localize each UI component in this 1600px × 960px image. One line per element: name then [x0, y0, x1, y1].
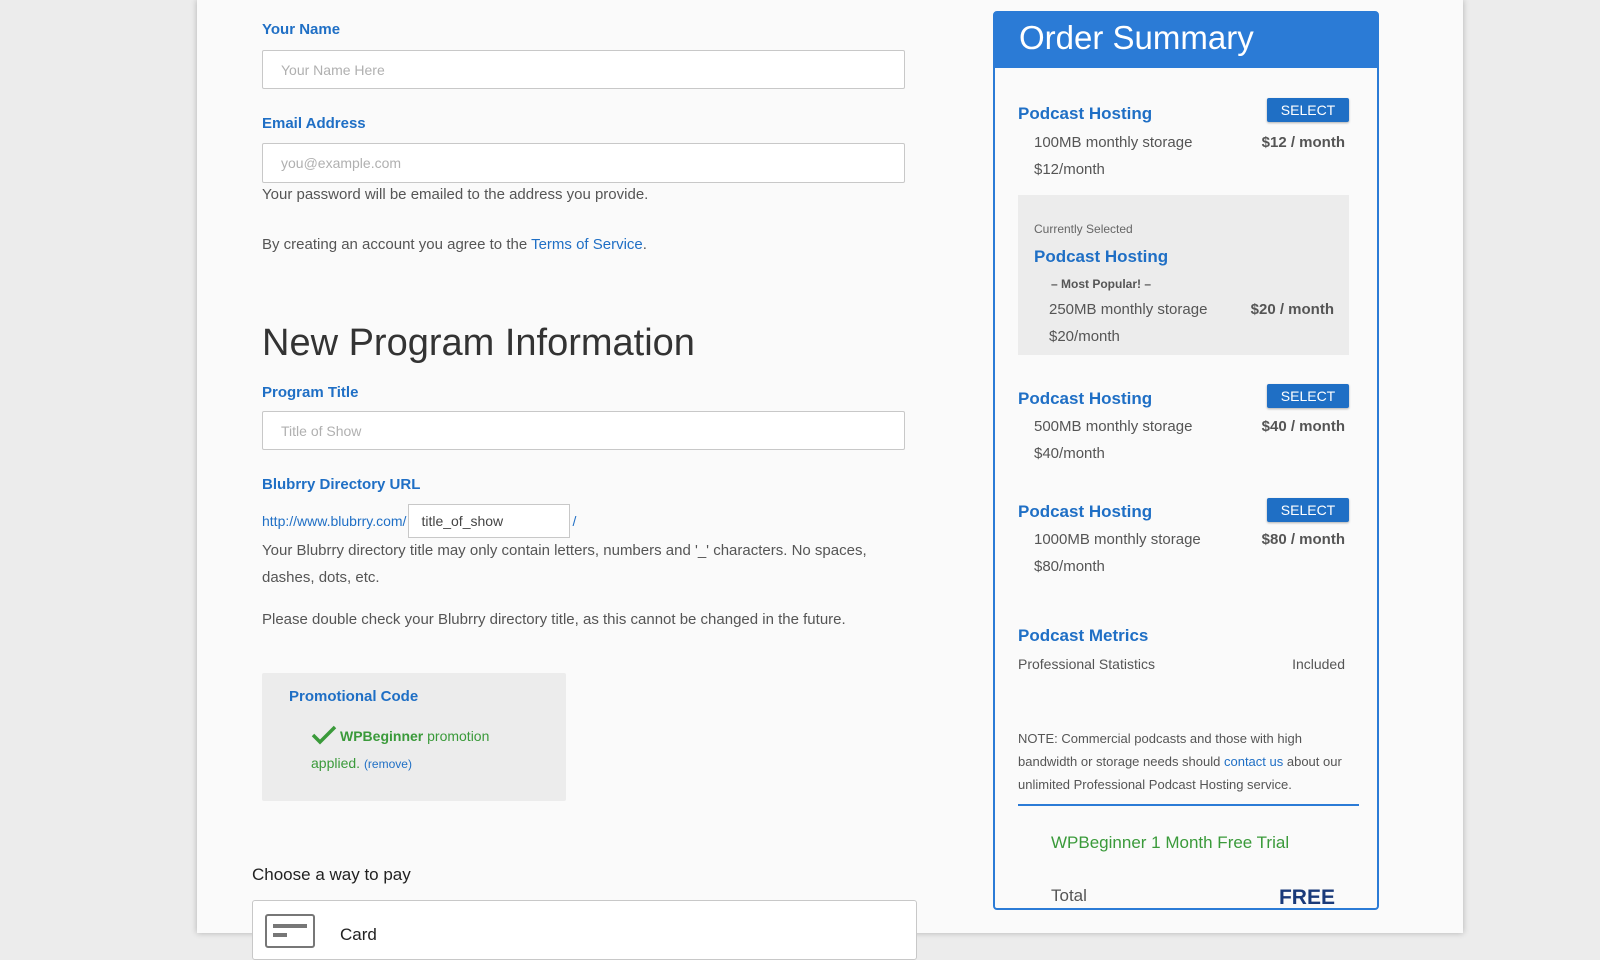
directory-url-value: title_of_show [421, 513, 504, 529]
promo-box: Promotional Code WPBeginner promotion ap… [262, 673, 566, 801]
plan-2-sub: $20/month [1049, 328, 1120, 345]
plan-2-selected-box: Currently Selected Podcast Hosting – Mos… [1018, 195, 1349, 355]
plan-1-storage: 100MB monthly storage [1034, 134, 1193, 151]
total-value: FREE [1278, 886, 1335, 909]
email-placeholder: you@example.com [281, 155, 402, 171]
plan-2-price: $20 / month [1250, 301, 1334, 318]
program-title-label: Program Title [262, 384, 359, 401]
card-option[interactable]: Card [252, 900, 917, 960]
plan-2-storage: 250MB monthly storage [1049, 301, 1208, 318]
plan-2-current: Currently Selected [1034, 222, 1133, 236]
plan-4-sub: $80/month [1034, 558, 1105, 575]
summary-note: NOTE: Commercial podcasts and those with… [1018, 727, 1348, 796]
program-title-placeholder: Title of Show [281, 422, 362, 439]
directory-url-input[interactable]: title_of_show [408, 504, 571, 538]
name-input[interactable]: Your Name Here [262, 50, 905, 89]
email-help: Your password will be emailed to the add… [262, 186, 649, 203]
promo-status: WPBeginner promotion applied. (remove) [311, 723, 531, 778]
plan-1-name: Podcast Hosting [1018, 104, 1153, 123]
terms-prefix: By creating an account you agree to the [262, 236, 532, 253]
contact-us-link[interactable]: contact us [1224, 754, 1283, 769]
program-title-input[interactable]: Title of Show [262, 411, 905, 450]
plan-1-select-button[interactable]: SELECT [1267, 98, 1349, 122]
promo-remove-link[interactable]: (remove) [364, 757, 412, 771]
email-input[interactable]: you@example.com [262, 143, 905, 183]
promo-code: WPBeginner [340, 728, 424, 744]
metrics-name: Podcast Metrics [1018, 626, 1149, 645]
plan-3-sub: $40/month [1034, 445, 1105, 462]
program-heading: New Program Information [262, 322, 695, 364]
terms-text: By creating an account you agree to the … [262, 231, 647, 258]
plan-1-sub: $12/month [1034, 161, 1105, 178]
url-prefix: http://www.blubrry.com/ [262, 513, 407, 529]
order-summary: Order Summary Podcast Hosting SELECT 100… [993, 11, 1379, 910]
total-label: Total [1051, 886, 1087, 905]
plan-4-storage: 1000MB monthly storage [1034, 531, 1201, 548]
metrics-value: Included [1292, 656, 1345, 672]
name-label: Your Name [262, 21, 341, 38]
page-container: Your Name Your Name Here Email Address y… [197, 0, 1463, 960]
plan-4-select-button[interactable]: SELECT [1267, 498, 1349, 522]
summary-divider [1018, 804, 1359, 806]
url-suffix: / [572, 513, 577, 529]
terms-link[interactable]: Terms of Service [531, 236, 643, 253]
email-label: Email Address [262, 115, 366, 132]
order-summary-title: Order Summary [995, 13, 1377, 68]
directory-url-label: Blubrry Directory URL [262, 476, 421, 493]
name-placeholder: Your Name Here [281, 61, 385, 78]
plan-2-name: Podcast Hosting [1034, 247, 1169, 266]
terms-suffix: . [642, 236, 647, 253]
plan-4-price: $80 / month [1261, 531, 1345, 548]
promo-title: Promotional Code [289, 688, 419, 705]
directory-url-row: http://www.blubrry.com/ title_of_show / [262, 504, 576, 538]
trial-line: WPBeginner 1 Month Free Trial [1051, 833, 1290, 852]
plan-3-select-button[interactable]: SELECT [1267, 384, 1349, 408]
plan-4-name: Podcast Hosting [1018, 502, 1153, 521]
card-icon [265, 914, 315, 948]
payment-heading: Choose a way to pay [252, 865, 411, 884]
plan-3-price: $40 / month [1261, 418, 1345, 435]
plan-2-badge: – Most Popular! – [1051, 277, 1152, 291]
url-help: Your Blubrry directory title may only co… [262, 542, 867, 586]
card-label: Card [340, 925, 377, 944]
plan-1-price: $12 / month [1261, 134, 1345, 151]
metrics-desc: Professional Statistics [1018, 656, 1155, 672]
url-warning: Please double check your Blubrry directo… [262, 611, 846, 628]
plan-3-name: Podcast Hosting [1018, 389, 1153, 408]
plan-3-storage: 500MB monthly storage [1034, 418, 1193, 435]
